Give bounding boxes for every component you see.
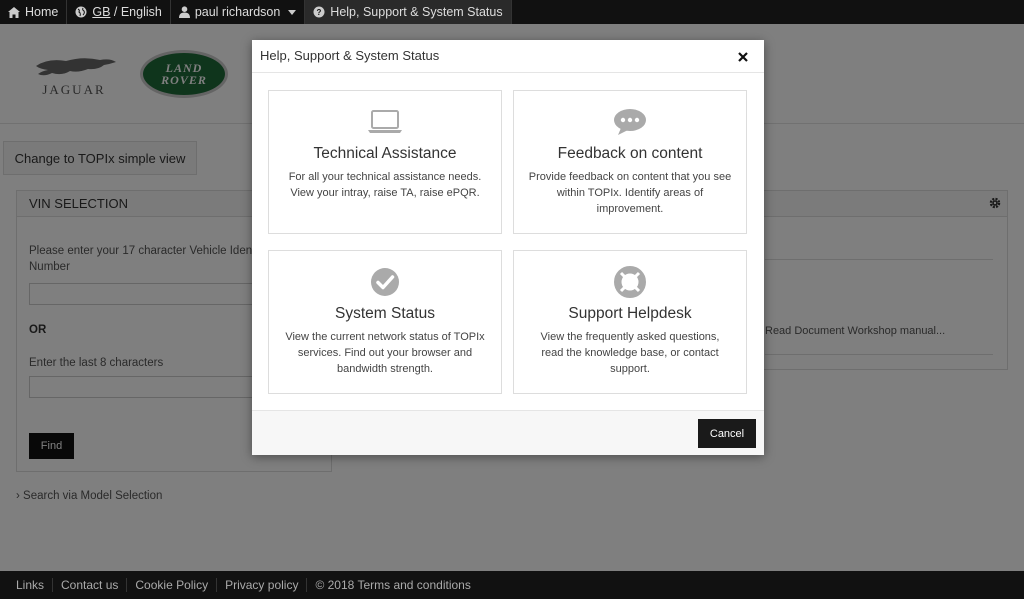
modal-footer: Cancel <box>252 410 764 455</box>
nav-region-code[interactable]: GB <box>92 5 110 19</box>
footer-link-links[interactable]: Links <box>8 578 54 592</box>
tile-description: View the frequently asked questions, rea… <box>540 331 720 375</box>
tile-technical-assistance[interactable]: Technical Assistance For all your techni… <box>268 90 502 234</box>
help-support-modal: Help, Support & System Status Technical … <box>252 40 764 455</box>
caret-down-icon <box>288 9 297 15</box>
nav-help-support[interactable]: ? Help, Support & System Status <box>305 0 512 24</box>
nav-user-name: paul richardson <box>194 5 281 19</box>
chat-bubble-icon <box>614 109 646 135</box>
nav-language[interactable]: English <box>121 5 162 19</box>
tile-system-status[interactable]: System Status View the current network s… <box>268 250 502 394</box>
tile-description: For all your technical assistance needs.… <box>288 171 482 199</box>
footer-link-contact[interactable]: Contact us <box>53 578 128 592</box>
home-icon <box>8 6 20 18</box>
cancel-button[interactable]: Cancel <box>698 419 756 448</box>
footer-link-terms[interactable]: © 2018 Terms and conditions <box>307 578 478 592</box>
nav-home[interactable]: Home <box>0 0 68 24</box>
tile-description: Provide feedback on content that you see… <box>528 171 732 215</box>
tile-feedback-content[interactable]: Feedback on content Provide feedback on … <box>513 90 747 234</box>
nav-region-language[interactable]: GB / English <box>67 0 171 24</box>
tile-title: Support Helpdesk <box>568 305 692 322</box>
footer: Links Contact us Cookie Policy Privacy p… <box>0 571 1024 599</box>
modal-title: Help, Support & System Status <box>260 48 440 63</box>
footer-link-cookie-policy[interactable]: Cookie Policy <box>127 578 218 592</box>
tile-title: Technical Assistance <box>313 145 457 162</box>
close-icon <box>738 52 748 62</box>
svg-text:?: ? <box>317 8 322 17</box>
nav-user-menu[interactable]: paul richardson <box>171 0 306 24</box>
lifebuoy-icon <box>614 266 646 298</box>
tile-title: System Status <box>335 305 435 322</box>
nav-home-label: Home <box>25 5 59 19</box>
check-circle-icon <box>371 268 399 296</box>
nav-region-separator: / <box>110 5 121 19</box>
modal-header: Help, Support & System Status <box>252 40 764 73</box>
laptop-icon <box>368 110 402 133</box>
nav-help-label: Help, Support & System Status <box>330 5 503 19</box>
footer-link-privacy-policy[interactable]: Privacy policy <box>217 578 308 592</box>
globe-icon <box>75 6 87 18</box>
tile-support-helpdesk[interactable]: Support Helpdesk View the frequently ask… <box>513 250 747 394</box>
tile-description: View the current network status of TOPIx… <box>285 331 485 375</box>
close-button[interactable] <box>736 50 750 64</box>
top-nav: Home GB / English paul richardson ? Help… <box>0 0 1024 24</box>
user-icon <box>178 6 190 18</box>
question-circle-icon: ? <box>313 6 325 18</box>
tile-title: Feedback on content <box>557 145 703 162</box>
